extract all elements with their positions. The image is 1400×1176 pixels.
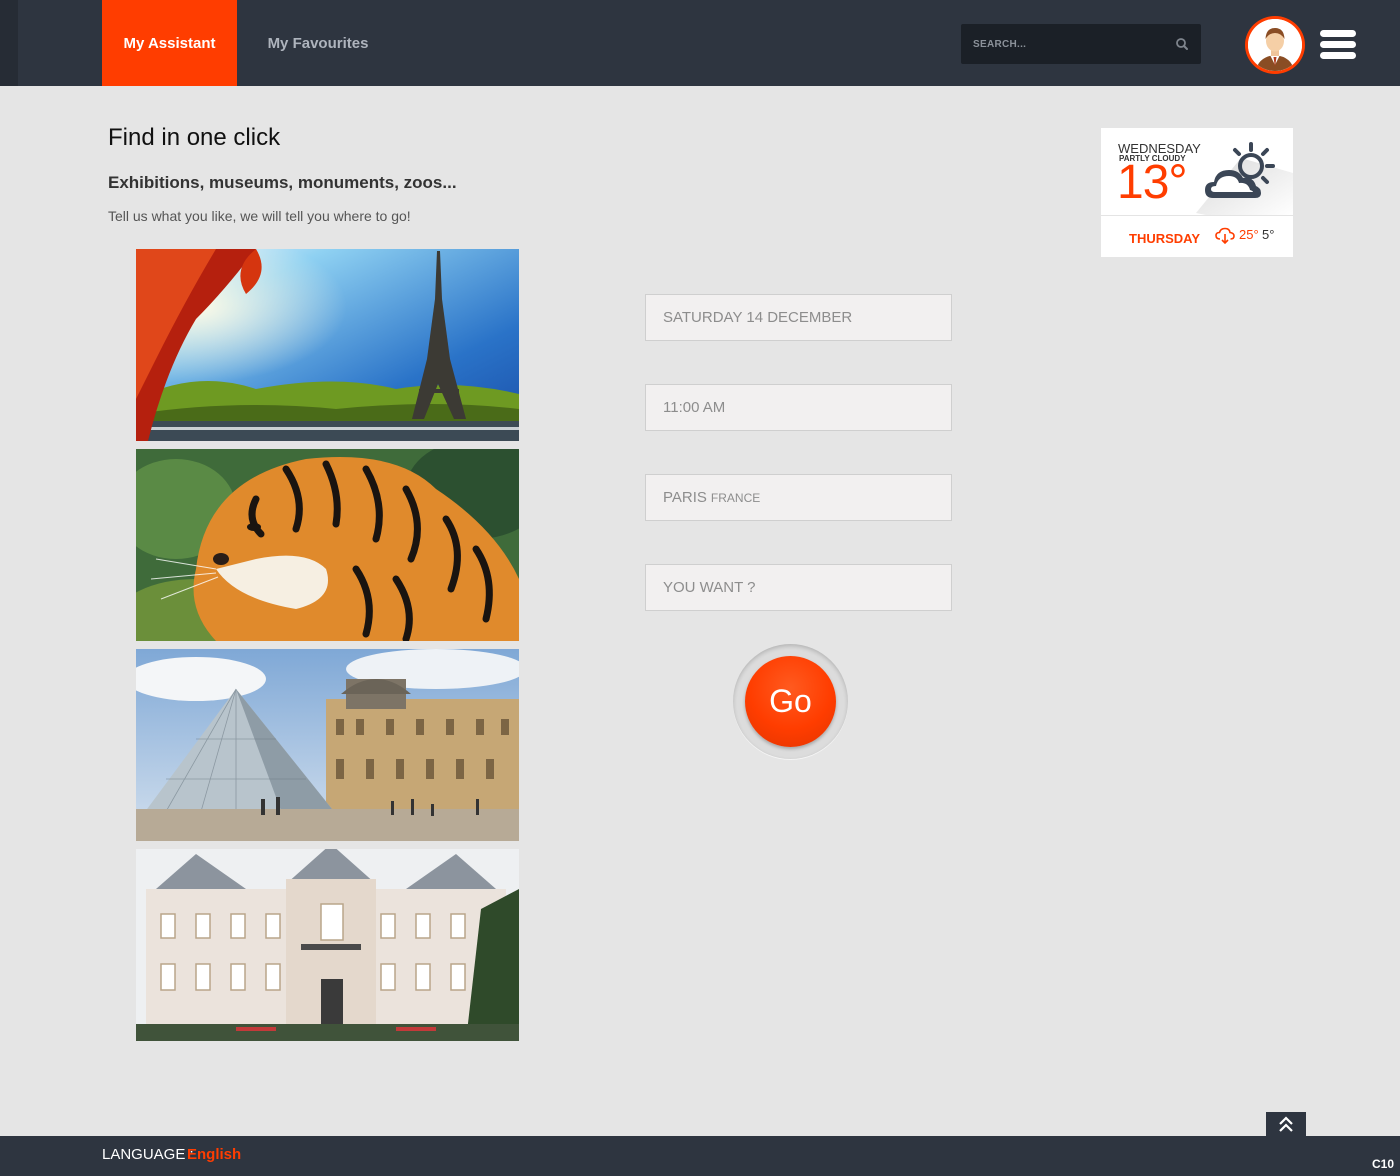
user-avatar[interactable] [1245,16,1305,74]
tab-my-assistant[interactable]: My Assistant [102,0,237,86]
go-button-ring: Go [733,644,848,759]
time-value: 11:00 AM [663,399,726,416]
cloud-download-icon [1215,227,1235,245]
tab-my-favourites-label: My Favourites [267,34,369,52]
topbar-edge [0,0,18,86]
search-box [961,24,1201,64]
weather-temperature: 13° [1117,156,1188,209]
language-selector[interactable]: English [187,1146,241,1163]
go-button[interactable]: Go [745,656,836,747]
double-chevron-up-icon [1279,1116,1293,1132]
weather-next-high: 25° [1239,227,1259,242]
country-value: FRANCE [710,490,761,505]
tab-my-assistant-label: My Assistant [123,34,216,52]
weather-next-low: 5° [1262,227,1275,242]
search-icon[interactable] [1173,35,1191,53]
tiger-photo[interactable] [136,449,519,641]
page-subtitle: Exhibitions, museums, monuments, zoos... [108,173,457,192]
weather-widget: WEDNESDAY PARTLY CLOUDY 13° THURSDAY 25°… [1101,128,1293,257]
want-placeholder: YOU WANT ? [663,579,756,596]
top-navigation-bar: My Assistant My Favourites [0,0,1400,86]
date-field[interactable]: SATURDAY 14 DECEMBER [645,294,952,341]
tab-my-favourites[interactable]: My Favourites [252,0,384,86]
language-label: LANGUAGE : [102,1146,194,1163]
go-button-label: Go [769,683,812,719]
page-title: Find in one click [108,124,281,151]
location-field[interactable]: PARIS FRANCE [645,474,952,521]
want-field[interactable]: YOU WANT ? [645,564,952,611]
footer: LANGUAGE : English C10 [0,1136,1400,1176]
time-field[interactable]: 11:00 AM [645,384,952,431]
palace-museum-photo[interactable] [136,849,519,1041]
city-value: PARIS [663,489,707,506]
date-value: SATURDAY 14 DECEMBER [663,309,853,326]
louvre-pyramid-photo[interactable] [136,649,519,841]
eiffel-tower-photo[interactable] [136,249,519,441]
hamburger-menu-icon[interactable] [1320,30,1356,60]
weather-divider [1101,215,1293,216]
weather-next-day: THURSDAY [1129,231,1201,246]
page-tagline: Tell us what you like, we will tell you … [108,208,411,224]
search-input[interactable] [961,24,1161,64]
version-label: C10 [1371,1157,1394,1171]
partly-cloudy-icon [1205,142,1275,198]
scroll-to-top-button[interactable] [1266,1112,1306,1136]
